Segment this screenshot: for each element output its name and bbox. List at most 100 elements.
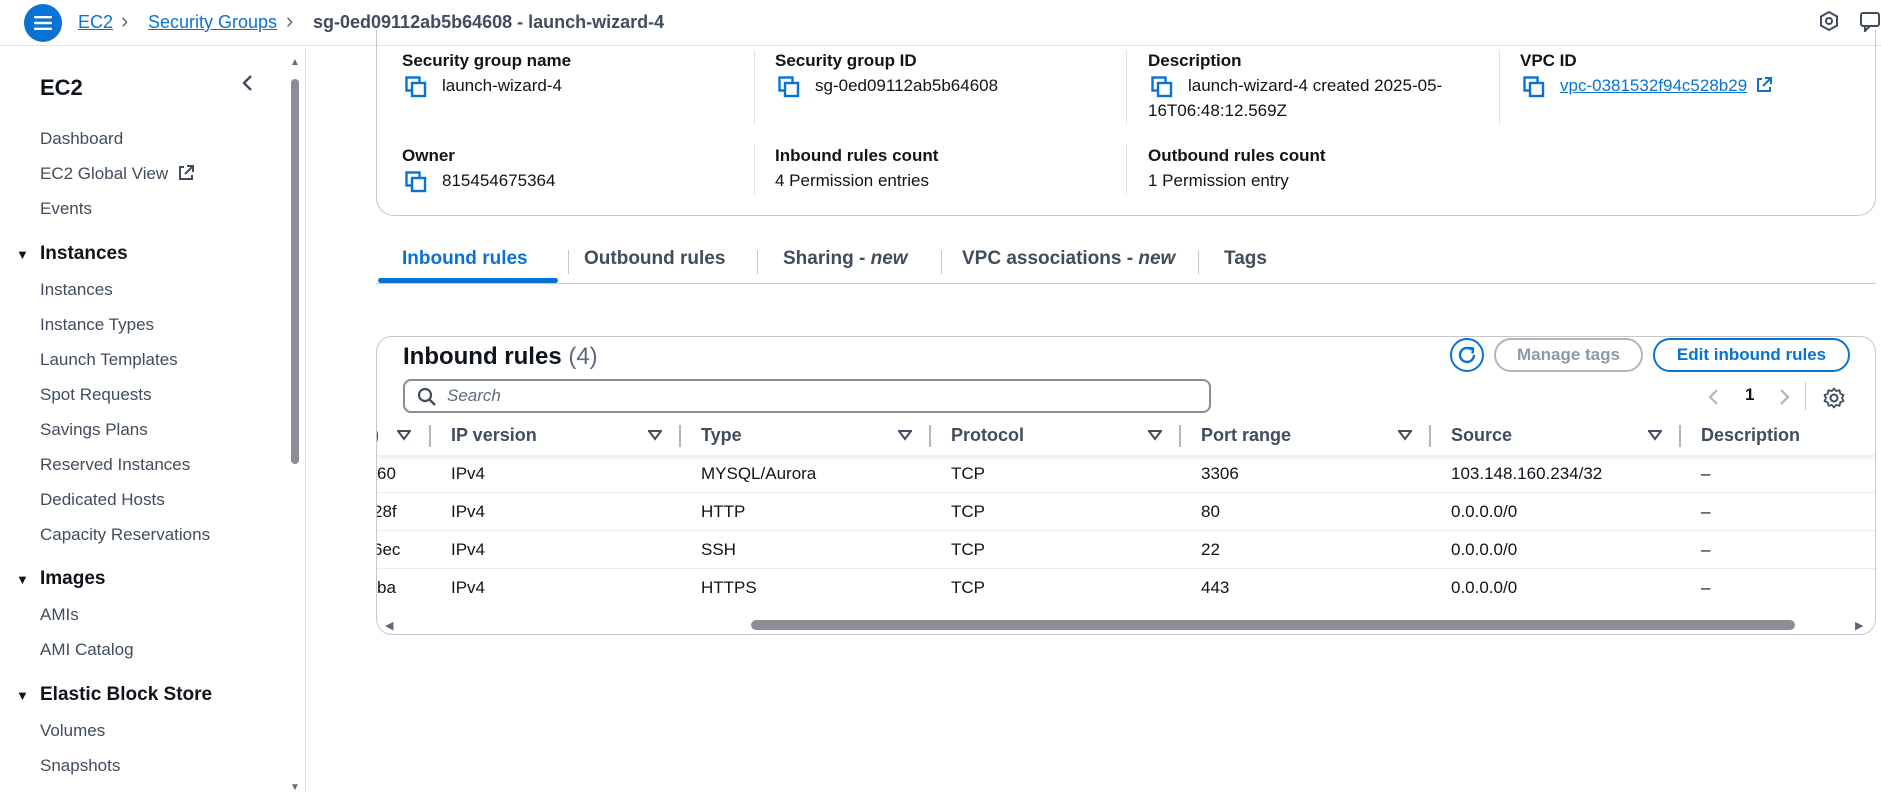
cell-rule-id: 60 xyxy=(377,464,396,483)
sidebar-item-dashboard[interactable]: Dashboard xyxy=(40,129,123,149)
table-horizontal-scrollbar[interactable]: ◀ ▶ xyxy=(377,616,1875,634)
menu-button[interactable] xyxy=(24,4,62,42)
column-header-description[interactable]: Description xyxy=(1701,425,1800,446)
sidebar-item-instance-types[interactable]: Instance Types xyxy=(40,315,154,335)
column-resizer[interactable] xyxy=(1179,425,1181,447)
sidebar-item-capacity-reservations[interactable]: Capacity Reservations xyxy=(40,525,210,545)
sort-caret-icon[interactable] xyxy=(1648,429,1662,441)
table-row[interactable]: 6ec IPv4 SSH TCP 22 0.0.0.0/0 – xyxy=(377,531,1875,569)
table-row[interactable]: 28f IPv4 HTTP TCP 80 0.0.0.0/0 – xyxy=(377,493,1875,531)
tab-outbound-rules[interactable]: Outbound rules xyxy=(584,248,725,270)
vpc-id-link[interactable]: vpc-0381532f94c528b29 xyxy=(1560,76,1773,96)
column-header-ip-version[interactable]: IP version xyxy=(451,425,537,446)
column-header-source[interactable]: Source xyxy=(1451,425,1512,446)
sidebar-item-events[interactable]: Events xyxy=(40,199,92,219)
sidebar-section-label: Images xyxy=(40,568,106,589)
cell-description: – xyxy=(1701,464,1711,483)
column-resizer[interactable] xyxy=(929,425,931,447)
current-page-number[interactable]: 1 xyxy=(1745,385,1754,405)
previous-page-icon[interactable] xyxy=(1707,387,1721,407)
tab-vpc-associations[interactable]: VPC associations - new xyxy=(962,248,1175,270)
column-header-type[interactable]: Type xyxy=(701,425,742,446)
sidebar-title: EC2 xyxy=(40,75,83,100)
sidebar-item-spot-requests[interactable]: Spot Requests xyxy=(40,385,152,405)
breadcrumb-ec2[interactable]: EC2 xyxy=(78,12,113,33)
breadcrumb-security-groups[interactable]: Security Groups xyxy=(148,12,277,33)
tab-tags[interactable]: Tags xyxy=(1224,248,1267,270)
cell-description: – xyxy=(1701,540,1711,559)
scrollbar-thumb[interactable] xyxy=(291,79,299,464)
sidebar-item-savings-plans[interactable]: Savings Plans xyxy=(40,420,148,440)
vpc-id-value[interactable]: vpc-0381532f94c528b29 xyxy=(1560,76,1747,95)
copy-icon[interactable] xyxy=(1523,76,1545,98)
sidebar-item-instances[interactable]: Instances xyxy=(40,280,113,300)
table-row[interactable]: ba IPv4 HTTPS TCP 443 0.0.0.0/0 – xyxy=(377,569,1875,607)
sort-caret-icon[interactable] xyxy=(648,429,662,441)
sg-name-value: launch-wizard-4 xyxy=(442,76,562,95)
tab-inbound-rules[interactable]: Inbound rules xyxy=(402,248,528,270)
sort-caret-icon[interactable] xyxy=(397,429,411,441)
scrollbar-thumb[interactable] xyxy=(751,620,1795,630)
sort-caret-icon[interactable] xyxy=(1148,429,1162,441)
feedback-icon[interactable] xyxy=(1860,10,1881,32)
manage-tags-button[interactable]: Manage tags xyxy=(1494,338,1643,372)
column-resizer[interactable] xyxy=(1429,425,1431,447)
scroll-up-icon[interactable]: ▲ xyxy=(290,57,300,68)
outbound-count-value: 1 Permission entry xyxy=(1148,171,1289,190)
search-input[interactable] xyxy=(445,384,1185,408)
column-resizer[interactable] xyxy=(1679,425,1681,447)
copy-icon[interactable] xyxy=(405,76,427,98)
copy-icon[interactable] xyxy=(1151,76,1173,98)
next-page-icon[interactable] xyxy=(1777,387,1791,407)
sidebar-item-ec2-global-view[interactable]: EC2 Global View xyxy=(40,164,195,184)
breadcrumb-separator-icon: › xyxy=(121,8,129,33)
caret-down-icon: ▼ xyxy=(16,247,29,262)
pager-divider xyxy=(1805,382,1806,410)
tab-divider xyxy=(757,250,758,274)
cell-ip-version: IPv4 xyxy=(451,464,486,483)
sidebar-item-reserved-instances[interactable]: Reserved Instances xyxy=(40,455,190,475)
column-header-protocol[interactable]: Protocol xyxy=(951,425,1024,446)
cell-port-range: 22 xyxy=(1201,540,1220,559)
scroll-right-icon[interactable]: ▶ xyxy=(1855,619,1863,632)
sidebar-section-label: Elastic Block Store xyxy=(40,684,213,705)
sort-caret-icon[interactable] xyxy=(1398,429,1412,441)
column-resizer[interactable] xyxy=(679,425,681,447)
tab-divider xyxy=(568,250,569,274)
cell-ip-version: IPv4 xyxy=(451,578,486,597)
sidebar-item-amis[interactable]: AMIs xyxy=(40,605,79,625)
sg-id-label: Security group ID xyxy=(775,51,917,70)
tab-sharing[interactable]: Sharing - new xyxy=(783,248,908,270)
cell-source: 0.0.0.0/0 xyxy=(1451,578,1518,597)
table-header: ) IP version Type Protocol Port range So… xyxy=(377,415,1875,455)
sidebar-scrollbar[interactable]: ▲ ▼ xyxy=(288,57,302,792)
column-divider xyxy=(1499,50,1500,124)
new-badge: new xyxy=(870,248,908,269)
edit-inbound-rules-button[interactable]: Edit inbound rules xyxy=(1653,338,1850,372)
sidebar-item-volumes[interactable]: Volumes xyxy=(40,721,105,741)
settings-gear-icon[interactable] xyxy=(1823,387,1845,409)
outbound-count-label: Outbound rules count xyxy=(1148,146,1326,165)
refresh-button[interactable] xyxy=(1450,338,1484,372)
sidebar-section-elastic-block-store[interactable]: ▼ Elastic Block Store xyxy=(16,684,212,706)
search-field[interactable] xyxy=(403,379,1211,413)
sidebar-section-instances[interactable]: ▼ Instances xyxy=(16,243,128,265)
sidebar-section-images[interactable]: ▼ Images xyxy=(16,568,105,590)
sidebar-item-dedicated-hosts[interactable]: Dedicated Hosts xyxy=(40,490,165,510)
sidebar-item-launch-templates[interactable]: Launch Templates xyxy=(40,350,178,370)
column-header-port-range[interactable]: Port range xyxy=(1201,425,1291,446)
scroll-left-icon[interactable]: ◀ xyxy=(385,619,393,632)
column-resizer[interactable] xyxy=(429,425,431,447)
info-hexagon-icon[interactable] xyxy=(1818,10,1840,32)
table-row[interactable]: 60 IPv4 MYSQL/Aurora TCP 3306 103.148.16… xyxy=(377,455,1875,493)
collapse-sidebar-icon[interactable] xyxy=(240,73,256,93)
sidebar-item-snapshots[interactable]: Snapshots xyxy=(40,756,120,776)
cell-protocol: TCP xyxy=(951,464,985,483)
sort-caret-icon[interactable] xyxy=(898,429,912,441)
copy-icon[interactable] xyxy=(778,76,800,98)
cell-description: – xyxy=(1701,502,1711,521)
sidebar-item-ami-catalog[interactable]: AMI Catalog xyxy=(40,640,134,660)
cell-rule-id: 6ec xyxy=(377,540,401,559)
scroll-down-icon[interactable]: ▼ xyxy=(290,782,300,792)
copy-icon[interactable] xyxy=(405,171,427,193)
